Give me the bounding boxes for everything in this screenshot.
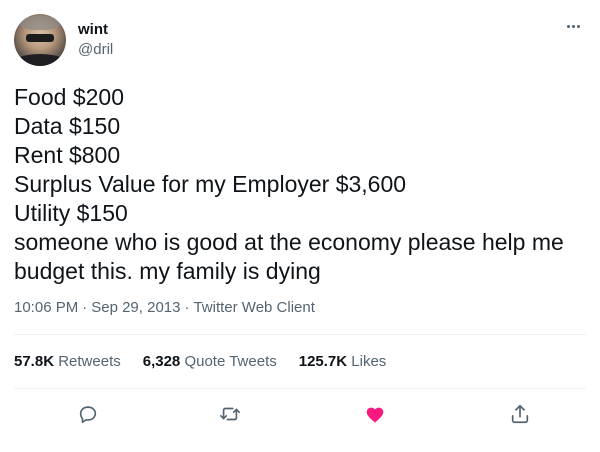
divider [14, 388, 586, 389]
quotes-label: Quote Tweets [184, 353, 277, 370]
quotes-count: 6,328 [142, 353, 181, 370]
retweet-button[interactable] [214, 398, 246, 430]
like-button[interactable] [359, 398, 391, 430]
tweet-actions [0, 398, 600, 430]
tweet-meta: 10:06 PM · Sep 29, 2013 · Twitter Web Client [14, 298, 315, 318]
likes-count: 125.7K [298, 353, 348, 370]
share-icon [511, 404, 529, 424]
author-display-name[interactable]: wint [78, 20, 113, 40]
retweets-stat[interactable]: 57.8K Retweets [14, 352, 121, 372]
likes-stat[interactable]: 125.7K Likes [299, 352, 387, 372]
tweet-line: Rent $800 [14, 142, 121, 168]
author-avatar[interactable] [14, 14, 66, 66]
more-dot [566, 24, 570, 28]
tweet-source[interactable]: Twitter Web Client [193, 299, 314, 316]
meta-separator: · [82, 299, 88, 316]
divider [14, 334, 586, 335]
tweet-line: budget this. my family is dying [14, 258, 321, 284]
tweet-header: wint @dril [14, 14, 588, 70]
quote-tweets-stat[interactable]: 6,328 Quote Tweets [143, 352, 277, 372]
likes-label: Likes [351, 353, 387, 370]
meta-separator: · [184, 299, 190, 316]
avatar-shirt [14, 54, 66, 66]
retweet-icon [220, 407, 240, 421]
reply-button[interactable] [72, 398, 104, 430]
tweet-line: Food $200 [14, 84, 124, 110]
tweet-line: Utility $150 [14, 200, 128, 226]
tweet-line: Surplus Value for my Employer $3,600 [14, 171, 407, 197]
author-names[interactable]: wint @dril [78, 20, 113, 60]
share-button[interactable] [504, 398, 536, 430]
retweets-count: 57.8K [14, 353, 55, 370]
tweet-time[interactable]: 10:06 PM [14, 299, 78, 316]
tweet-line: someone who is good at the economy pleas… [14, 229, 564, 255]
more-dot [571, 24, 575, 28]
heart-icon [366, 407, 384, 423]
tweet-stats: 57.8K Retweets 6,328 Quote Tweets 125.7K… [14, 352, 386, 372]
tweet-text: Food $200 Data $150 Rent $800 Surplus Va… [14, 83, 589, 286]
author-handle[interactable]: @dril [78, 40, 113, 60]
avatar-glasses [26, 34, 54, 42]
reply-icon [79, 406, 97, 424]
avatar-hair [20, 16, 60, 30]
tweet-date[interactable]: Sep 29, 2013 [91, 299, 180, 316]
tweet-line: Data $150 [14, 113, 121, 139]
more-dot [576, 24, 580, 28]
more-horizontal-icon[interactable] [562, 18, 584, 34]
retweets-label: Retweets [58, 353, 121, 370]
